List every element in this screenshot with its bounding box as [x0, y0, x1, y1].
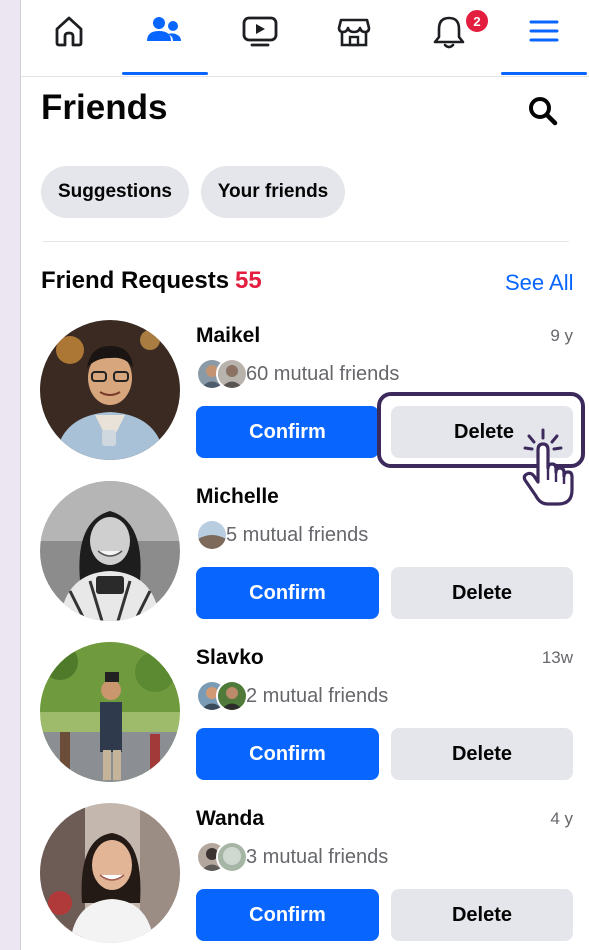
video-icon [242, 16, 278, 47]
notification-badge: 2 [464, 8, 490, 34]
nav-menu[interactable] [514, 14, 574, 70]
bell-icon [433, 16, 465, 49]
friend-request-item: Slavko 13w 2 mutual friends Confirm Dele… [21, 642, 589, 803]
delete-button[interactable]: Delete [391, 567, 573, 619]
divider [43, 241, 569, 242]
mutual-friends-text: 60 mutual friends [246, 362, 400, 385]
avatar[interactable] [40, 803, 180, 943]
nav-friends[interactable] [134, 14, 194, 70]
menu-tab-indicator [501, 72, 587, 75]
marketplace-icon [337, 18, 371, 47]
request-time: 4 y [550, 809, 573, 828]
mutual-friend-avatar [196, 519, 228, 551]
friend-request-item: Wanda 4 y 3 mutual friends Confirm Delet… [21, 803, 589, 950]
search-icon [529, 97, 558, 126]
nav-home[interactable] [39, 14, 99, 70]
menu-icon [529, 20, 559, 42]
confirm-button[interactable]: Confirm [196, 889, 379, 941]
requester-name[interactable]: Wanda [196, 807, 264, 831]
mutual-friend-avatar [216, 358, 248, 390]
friend-request-item: Michelle 5 mutual friends Confirm Delete [21, 481, 589, 642]
mutual-friends[interactable]: 3 mutual friends [196, 841, 388, 873]
mutual-friend-avatar [216, 680, 248, 712]
search-button[interactable] [523, 92, 563, 132]
chip-suggestions[interactable]: Suggestions [41, 166, 189, 218]
avatar[interactable] [40, 481, 180, 621]
nav-notifications[interactable]: 2 [419, 8, 490, 70]
avatar[interactable] [40, 320, 180, 460]
confirm-button[interactable]: Confirm [196, 406, 379, 458]
page-title: Friends [41, 88, 168, 127]
friend-requests-heading: Friend Requests 55 [41, 267, 262, 295]
see-all-link[interactable]: See All [505, 270, 574, 296]
mutual-friends-text: 3 mutual friends [246, 845, 389, 868]
mutual-friends-text: 5 mutual friends [226, 523, 369, 546]
nav-marketplace[interactable] [324, 14, 384, 70]
delete-button[interactable]: Delete [391, 728, 573, 780]
friends-icon [147, 17, 181, 41]
requester-name[interactable]: Michelle [196, 485, 279, 509]
mutual-friends[interactable]: 2 mutual friends [196, 680, 388, 712]
mutual-friend-avatar [216, 841, 248, 873]
top-navigation: 2 [21, 0, 589, 77]
delete-button[interactable]: Delete [391, 889, 573, 941]
nav-video[interactable] [230, 14, 290, 70]
avatar[interactable] [40, 642, 180, 782]
requester-name[interactable]: Slavko [196, 646, 264, 670]
mutual-friends[interactable]: 5 mutual friends [196, 519, 368, 551]
active-tab-indicator [122, 72, 208, 75]
chip-your-friends[interactable]: Your friends [201, 166, 345, 218]
phone-screen: 2 Friends Suggestions Your friends Frien… [20, 0, 589, 950]
confirm-button[interactable]: Confirm [196, 567, 379, 619]
friend-requests-title: Friend Requests [41, 267, 230, 294]
mutual-friends-text: 2 mutual friends [246, 684, 389, 707]
friend-requests-count: 55 [235, 267, 262, 294]
pointing-hand-icon [511, 424, 581, 508]
requester-name[interactable]: Maikel [196, 324, 260, 348]
request-time: 9 y [550, 326, 573, 345]
mutual-friends[interactable]: 60 mutual friends [196, 358, 399, 390]
confirm-button[interactable]: Confirm [196, 728, 379, 780]
home-icon [55, 16, 83, 47]
request-time: 13w [541, 648, 573, 667]
